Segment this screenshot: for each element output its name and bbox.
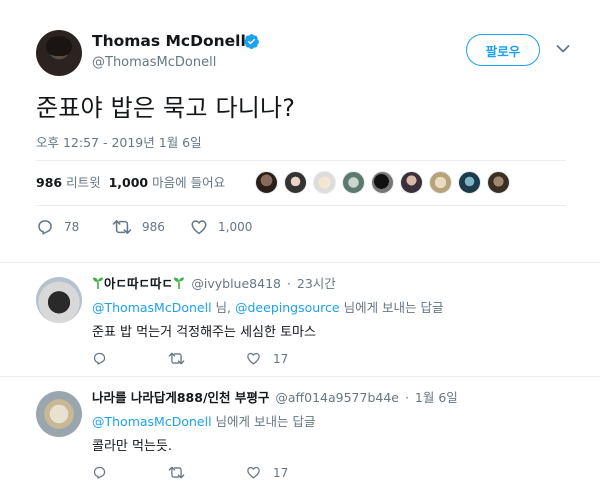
- retweet-icon: [168, 466, 185, 479]
- sprout-icon: [93, 277, 103, 289]
- retweet-action[interactable]: [168, 465, 197, 480]
- sprout-icon: [174, 277, 185, 289]
- heart-icon: [247, 466, 260, 479]
- reply-action[interactable]: [92, 351, 119, 366]
- reply-time[interactable]: 1월 6일: [415, 390, 458, 405]
- liker-avatar[interactable]: [458, 171, 481, 194]
- reply-text: 준표 밥 먹는거 걱정해주는 세심한 토마스: [92, 325, 316, 340]
- retweet-icon: [168, 352, 185, 365]
- retweet-action[interactable]: 986: [112, 218, 165, 236]
- liker-avatar[interactable]: [371, 171, 394, 194]
- reply-icon: [93, 466, 106, 479]
- reply-header: 아ㄷ따ㄷ따ㄷ @ivyblue8418 · 23시간: [92, 273, 336, 292]
- like-action[interactable]: 17: [246, 351, 288, 366]
- reply-tweet[interactable]: 아ㄷ따ㄷ따ㄷ @ivyblue8418 · 23시간 @ThomasMcDone…: [0, 262, 600, 376]
- follow-button[interactable]: 팔로우: [466, 34, 540, 66]
- liker-avatar[interactable]: [487, 171, 510, 194]
- reply-author-name[interactable]: 아ㄷ따ㄷ따ㄷ: [92, 276, 189, 291]
- like-action[interactable]: 17: [246, 465, 288, 480]
- author-avatar[interactable]: [36, 30, 82, 76]
- liker-avatar[interactable]: [342, 171, 365, 194]
- reply-context: @ThomasMcDonell 님, @deepingsource 님에게 보내…: [92, 300, 444, 315]
- reply-author-handle[interactable]: @ivyblue8418: [191, 276, 281, 291]
- main-tweet: Thomas McDonell @ThomasMcDonell 팔로우 준표야 …: [0, 0, 600, 262]
- liker-avatar[interactable]: [429, 171, 452, 194]
- reply-action[interactable]: 78: [36, 218, 79, 236]
- heart-icon: [191, 220, 207, 235]
- liker-avatar[interactable]: [255, 171, 278, 194]
- reply-icon: [38, 220, 52, 235]
- liker-avatar[interactable]: [313, 171, 336, 194]
- liker-avatar[interactable]: [284, 171, 307, 194]
- reply-action[interactable]: [92, 465, 119, 480]
- likes-stat[interactable]: 1,000 마음에 들어요: [109, 172, 226, 191]
- reply-tweet[interactable]: 나라를 나라답게888/인천 부평구 @aff014a9577b44e · 1월…: [0, 376, 600, 493]
- divider: [36, 205, 566, 206]
- retweet-icon: [112, 220, 132, 234]
- caret-down-icon[interactable]: [556, 44, 570, 54]
- reply-author-handle[interactable]: @aff014a9577b44e: [275, 390, 399, 405]
- reply-time[interactable]: 23시간: [297, 276, 336, 291]
- reply-header: 나라를 나라답게888/인천 부평구 @aff014a9577b44e · 1월…: [92, 390, 458, 405]
- reply-avatar[interactable]: [36, 391, 82, 437]
- reply-context: @ThomasMcDonell 님에게 보내는 답글: [92, 414, 316, 429]
- reply-author-name[interactable]: 나라를 나라답게888/인천 부평구: [92, 390, 269, 405]
- retweet-action[interactable]: [168, 351, 197, 366]
- mention-link[interactable]: @ThomasMcDonell: [92, 414, 212, 429]
- verified-icon: [244, 34, 259, 49]
- reply-text: 콜라만 먹는듯.: [92, 439, 173, 454]
- tweet-timestamp[interactable]: 오후 12:57 - 2019년 1월 6일: [36, 132, 202, 151]
- author-name[interactable]: Thomas McDonell: [92, 32, 246, 50]
- tweet-text: 준표야 밥은 묵고 다니나?: [36, 94, 296, 122]
- reply-avatar[interactable]: [36, 277, 82, 323]
- reply-icon: [93, 352, 106, 365]
- divider: [36, 160, 566, 161]
- retweets-stat[interactable]: 986 리트윗: [36, 172, 101, 191]
- tweet-stats: 986 리트윗 1,000 마음에 들어요: [36, 172, 229, 191]
- mention-link[interactable]: @deepingsource: [235, 300, 340, 315]
- liker-avatar[interactable]: [400, 171, 423, 194]
- heart-icon: [247, 352, 260, 365]
- author-handle[interactable]: @ThomasMcDonell: [92, 55, 216, 70]
- mention-link[interactable]: @ThomasMcDonell: [92, 300, 212, 315]
- like-action[interactable]: 1,000: [190, 218, 252, 236]
